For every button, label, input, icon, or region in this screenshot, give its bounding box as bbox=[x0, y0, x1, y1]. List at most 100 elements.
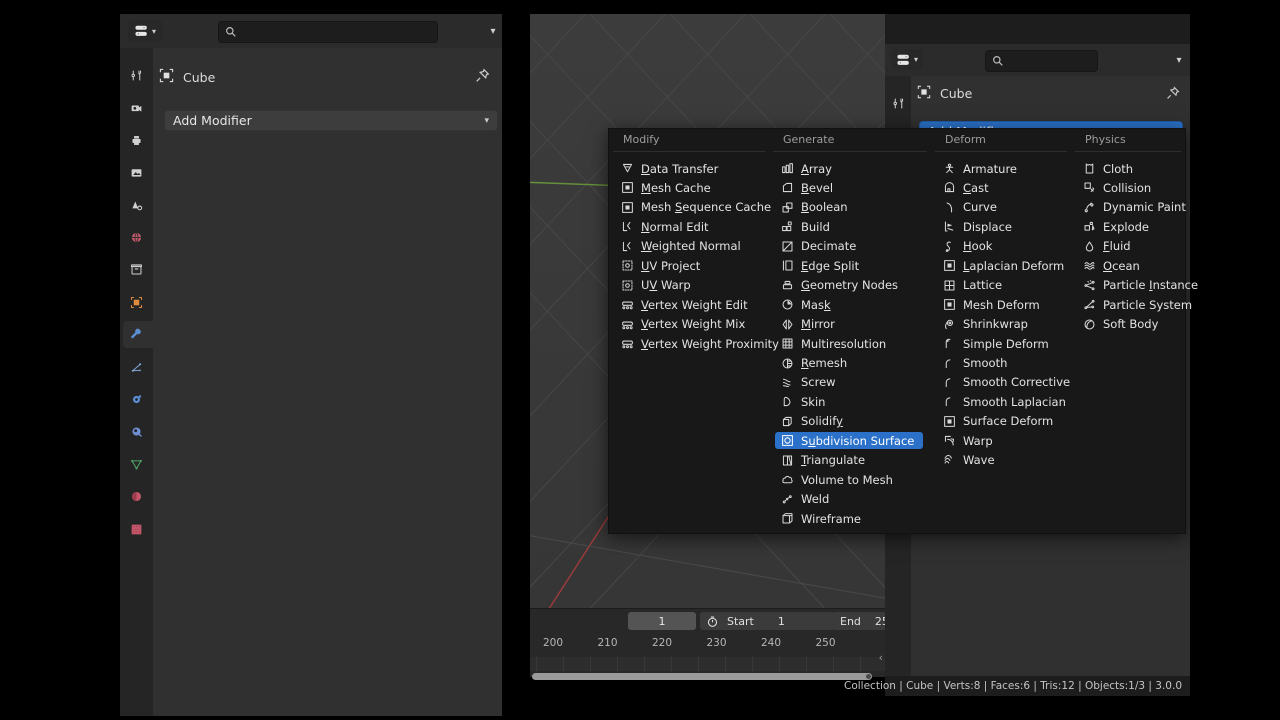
menu-item-edge-split[interactable]: Edge Split bbox=[775, 257, 923, 274]
menu-item-mesh-sequence-cache[interactable]: Mesh Sequence Cache bbox=[615, 199, 771, 216]
menu-item-particle-system[interactable]: Particle System bbox=[1077, 296, 1192, 313]
menu-item-uv-warp[interactable]: UV Warp bbox=[615, 277, 761, 294]
menu-item-subdivision-surface[interactable]: Subdivision Surface bbox=[775, 432, 923, 450]
menu-item-array[interactable]: Array bbox=[775, 160, 923, 177]
properties-tab-world[interactable] bbox=[123, 224, 150, 251]
menu-item-data-transfer[interactable]: Data Transfer bbox=[615, 160, 761, 177]
properties-tab-modifiers[interactable] bbox=[123, 321, 153, 349]
menu-item-screw[interactable]: Screw bbox=[775, 374, 923, 391]
properties-editor-icon[interactable]: ▾ bbox=[891, 49, 923, 70]
properties-tab-collection[interactable] bbox=[123, 256, 150, 283]
menu-item-smooth-laplacian[interactable]: Smooth Laplacian bbox=[937, 393, 1066, 410]
menu-item-explode[interactable]: Explode bbox=[1077, 218, 1177, 235]
menu-item-lattice[interactable]: Lattice bbox=[937, 277, 1063, 294]
left-properties-tab-column[interactable] bbox=[120, 48, 153, 716]
menu-item-mask[interactable]: Mask bbox=[775, 296, 923, 313]
menu-item-multiresolution[interactable]: Multiresolution bbox=[775, 335, 923, 352]
menu-item-smooth[interactable]: Smooth bbox=[937, 355, 1063, 372]
menu-item-normal-edit[interactable]: Normal Edit bbox=[615, 218, 761, 235]
menu-item-geometry-nodes[interactable]: Geometry Nodes bbox=[775, 277, 923, 294]
menu-item-smooth-corrective[interactable]: Smooth Corrective bbox=[937, 374, 1070, 391]
menu-item-hook[interactable]: Hook bbox=[937, 238, 1063, 255]
menu-item-mesh-deform[interactable]: Mesh Deform bbox=[937, 296, 1063, 313]
breadcrumb[interactable]: Cube bbox=[917, 85, 972, 102]
properties-tab-texture[interactable] bbox=[123, 516, 150, 543]
properties-tab-render[interactable] bbox=[123, 94, 150, 121]
bevel-icon bbox=[781, 181, 794, 194]
menu-item-build[interactable]: Build bbox=[775, 218, 923, 235]
start-value[interactable]: 1 bbox=[778, 615, 785, 628]
menu-item-fluid[interactable]: Fluid bbox=[1077, 238, 1177, 255]
menu-item-bevel[interactable]: Bevel bbox=[775, 179, 923, 196]
properties-editor-icon[interactable]: ▾ bbox=[128, 20, 162, 42]
search-field-text[interactable] bbox=[1008, 53, 1082, 69]
menu-item-triangulate[interactable]: Triangulate bbox=[775, 452, 923, 469]
left-properties-editor[interactable]: ▾ ▾ Cube Add Modifier ▾ bbox=[120, 14, 502, 716]
menu-item-weld[interactable]: Weld bbox=[775, 491, 923, 508]
properties-tab-scene[interactable] bbox=[123, 192, 150, 219]
menu-item-mesh-cache[interactable]: Mesh Cache bbox=[615, 179, 761, 196]
menu-item-particle-instance[interactable]: Particle Instance bbox=[1077, 277, 1198, 294]
properties-tab-tool[interactable] bbox=[886, 90, 910, 117]
menu-item-displace[interactable]: Displace bbox=[937, 218, 1063, 235]
right-header-chevron-down-icon[interactable]: ▾ bbox=[1168, 49, 1190, 71]
menu-item-solidify[interactable]: Solidify bbox=[775, 413, 923, 430]
chevron-left-icon[interactable]: ‹ bbox=[879, 651, 883, 664]
menu-item-decimate[interactable]: Decimate bbox=[775, 238, 923, 255]
menu-item-soft-body[interactable]: Soft Body bbox=[1077, 316, 1177, 333]
menu-item-mirror[interactable]: Mirror bbox=[775, 316, 923, 333]
search-input[interactable] bbox=[218, 21, 438, 43]
menu-column-header: Physics bbox=[1085, 133, 1126, 146]
menu-item-laplacian-deform[interactable]: Laplacian Deform bbox=[937, 257, 1064, 274]
search-icon bbox=[992, 52, 1004, 71]
properties-tab-output[interactable] bbox=[123, 127, 150, 154]
menu-item-ocean[interactable]: Ocean bbox=[1077, 257, 1177, 274]
menu-item-dynamic-paint[interactable]: Dynamic Paint bbox=[1077, 199, 1186, 216]
properties-tab-material[interactable] bbox=[123, 483, 150, 510]
menu-item-vertex-weight-edit[interactable]: Vertex Weight Edit bbox=[615, 296, 761, 313]
menu-item-volume-to-mesh[interactable]: Volume to Mesh bbox=[775, 471, 923, 488]
menu-item-curve[interactable]: Curve bbox=[937, 199, 1063, 216]
breadcrumb[interactable]: Cube bbox=[159, 68, 215, 86]
properties-tab-object-data[interactable] bbox=[123, 451, 150, 478]
menu-item-boolean[interactable]: Boolean bbox=[775, 199, 923, 216]
timeline-gridline bbox=[644, 657, 645, 671]
properties-tab-physics[interactable] bbox=[123, 386, 150, 413]
properties-tab-view-layer[interactable] bbox=[123, 159, 150, 186]
menu-item-warp[interactable]: Warp bbox=[937, 432, 1063, 449]
properties-tab-constraints[interactable] bbox=[123, 418, 150, 445]
properties-tab-object[interactable] bbox=[123, 289, 150, 316]
menu-item-weighted-normal[interactable]: Weighted Normal bbox=[615, 238, 761, 255]
pin-icon[interactable] bbox=[475, 68, 490, 87]
scrollbar-knob[interactable] bbox=[866, 674, 871, 679]
add-modifier-dropdown-menu[interactable]: Modify Data Transfer Mesh Cache Mesh Sequen… bbox=[608, 128, 1198, 534]
menu-item-remesh[interactable]: Remesh bbox=[775, 355, 923, 372]
properties-tab-tool[interactable] bbox=[123, 62, 150, 89]
menu-item-cloth[interactable]: Cloth bbox=[1077, 160, 1177, 177]
current-frame-field[interactable]: 1 bbox=[628, 612, 696, 630]
menu-item-uv-project[interactable]: UV Project bbox=[615, 257, 761, 274]
menu-column-separator bbox=[935, 151, 1067, 152]
left-header-chevron-down-icon[interactable]: ▾ bbox=[482, 20, 504, 42]
menu-item-vertex-weight-proximity[interactable]: Vertex Weight Proximity bbox=[615, 335, 779, 352]
menu-item-simple-deform[interactable]: Simple Deform bbox=[937, 335, 1063, 352]
timeline-track[interactable] bbox=[530, 657, 888, 671]
menu-item-vertex-weight-mix[interactable]: Vertex Weight Mix bbox=[615, 316, 761, 333]
properties-tab-particles[interactable] bbox=[123, 354, 150, 381]
menu-item-wave[interactable]: Wave bbox=[937, 452, 1063, 469]
menu-item-skin[interactable]: Skin bbox=[775, 393, 923, 410]
menu-item-surface-deform[interactable]: Surface Deform bbox=[937, 413, 1063, 430]
menu-item-cast[interactable]: Cast bbox=[937, 179, 1063, 196]
menu-item-wireframe[interactable]: Wireframe bbox=[775, 510, 923, 527]
search-input[interactable] bbox=[985, 50, 1098, 72]
menu-item-armature[interactable]: Armature bbox=[937, 160, 1063, 177]
search-field-text[interactable] bbox=[241, 24, 415, 40]
timeline-editor[interactable]: 1 Start 1 End 250 200 210 220 230 240 250 ‹ bbox=[530, 608, 910, 680]
menu-item-shrinkwrap[interactable]: Shrinkwrap bbox=[937, 316, 1063, 333]
timeline-horizontal-scrollbar[interactable] bbox=[532, 673, 872, 680]
add-modifier-button[interactable]: Add Modifier ▾ bbox=[164, 110, 498, 131]
pin-icon[interactable] bbox=[1166, 85, 1180, 104]
timeline-ruler[interactable]: 200 210 220 230 240 250 bbox=[530, 635, 885, 657]
menu-item-collision[interactable]: Collision bbox=[1077, 179, 1177, 196]
frame-range-group[interactable]: Start 1 bbox=[700, 612, 834, 630]
